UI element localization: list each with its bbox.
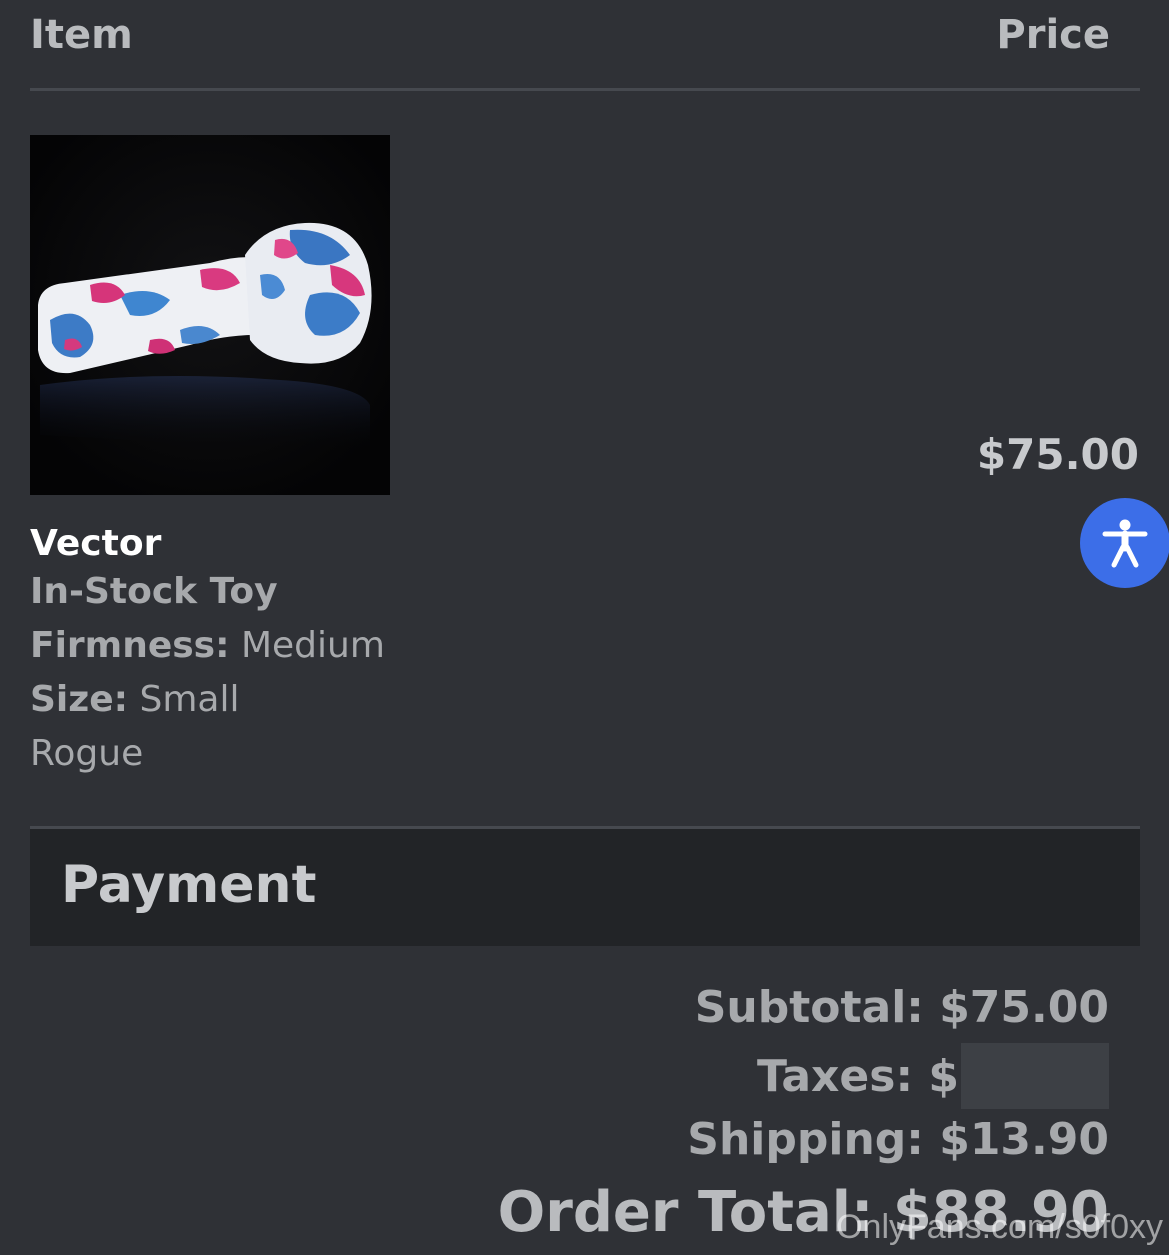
taxes-line: Taxes: $ <box>757 1043 1109 1109</box>
item-column-header: Item <box>30 12 133 58</box>
firmness-value: Medium <box>240 625 385 666</box>
order-table-header: Item Price <box>30 0 1140 91</box>
shipping-line: Shipping: $13.90 <box>687 1114 1109 1165</box>
firmness-label: Firmness: <box>30 625 230 666</box>
product-type: In-Stock Toy <box>30 571 278 612</box>
accessibility-button[interactable] <box>1080 498 1169 588</box>
taxes-label: Taxes: $ <box>757 1050 959 1102</box>
price-column-header: Price <box>996 12 1110 58</box>
product-name[interactable]: Vector <box>30 523 161 564</box>
redacted-tax-amount <box>961 1043 1109 1109</box>
product-color: Rogue <box>30 733 144 774</box>
size-value: Small <box>139 679 240 720</box>
watermark: OnlyFans.com/s0f0xy <box>836 1208 1163 1246</box>
product-firmness: Firmness: Medium <box>30 625 385 666</box>
line-item-price: $75.00 <box>976 430 1139 479</box>
payment-title: Payment <box>61 855 317 915</box>
payment-section-header: Payment <box>30 829 1140 946</box>
product-image[interactable] <box>30 135 390 495</box>
subtotal-line: Subtotal: $75.00 <box>694 982 1109 1033</box>
accessibility-person-icon <box>1102 519 1148 568</box>
product-size: Size: Small <box>30 679 239 720</box>
size-label: Size: <box>30 679 129 720</box>
